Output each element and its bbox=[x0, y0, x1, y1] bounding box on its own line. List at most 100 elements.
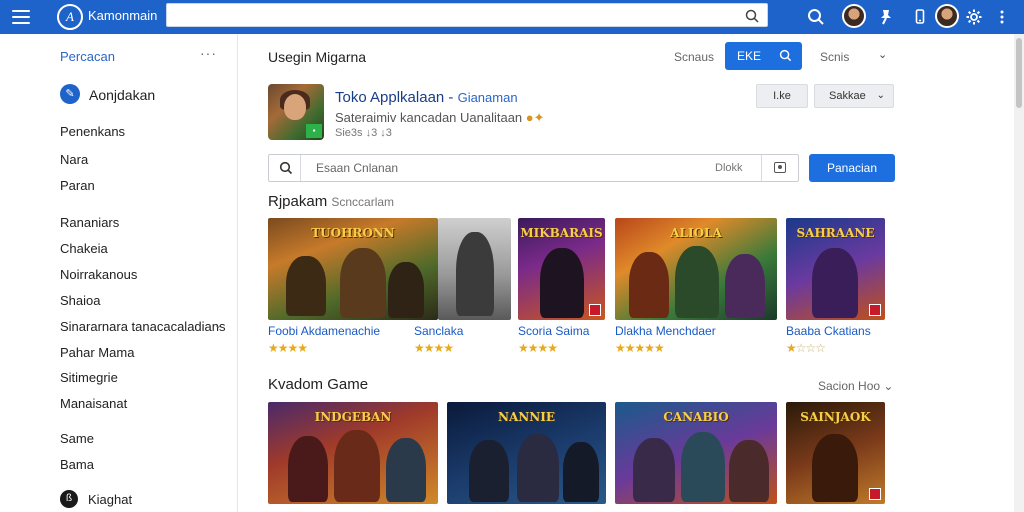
sidebar-item[interactable]: Manaisanat bbox=[60, 396, 127, 411]
chevron-down-icon[interactable]: ⌄ bbox=[214, 320, 222, 331]
gear-icon[interactable] bbox=[964, 7, 984, 27]
rating-stars: ★★★★ bbox=[268, 341, 308, 355]
sidebar-item[interactable]: Noirrakanous bbox=[60, 267, 137, 282]
game-art-title: SAINJAOK bbox=[800, 410, 871, 424]
sidebar-item-bottom[interactable]: Kiaghat bbox=[88, 492, 132, 507]
game-card-image[interactable]: ALIOLA bbox=[615, 218, 777, 320]
sidebar-item-primary[interactable]: Aonjdakan bbox=[89, 87, 155, 103]
sidebar-item[interactable]: Paran bbox=[60, 178, 95, 193]
game-card-image[interactable]: SAHRAANE bbox=[786, 218, 885, 320]
game-card-title[interactable]: Baaba Ckatians bbox=[786, 324, 871, 338]
search-hint: Dlokk bbox=[715, 162, 743, 174]
header-search-button[interactable]: EKE bbox=[725, 42, 802, 70]
sidebar-item[interactable]: Sinararnara tanacacaladians bbox=[60, 319, 226, 334]
page-title: Usegin Migarna bbox=[268, 49, 367, 65]
app-meta: Sie3s ↓3 ↓3 bbox=[335, 127, 392, 139]
menu-icon[interactable] bbox=[12, 8, 30, 26]
app-icon[interactable]: ▪ bbox=[268, 84, 324, 140]
top-bar: A Kamonmain bbox=[0, 0, 1024, 34]
sort-dropdown[interactable]: Scnis bbox=[820, 50, 849, 64]
badge-icon bbox=[589, 304, 601, 316]
game-art-title: TUOHRONN bbox=[311, 226, 395, 240]
sidebar-header: Percacan bbox=[60, 49, 115, 64]
pin-icon[interactable] bbox=[876, 7, 896, 27]
search-icon[interactable] bbox=[745, 9, 759, 23]
sidebar-item[interactable]: Nara bbox=[60, 152, 88, 167]
game-card-title[interactable]: Foobi Akdamenachie bbox=[268, 324, 380, 338]
app-title[interactable]: Toko Applkalaan - Gianaman bbox=[335, 89, 518, 106]
game-art-title: CANABIO bbox=[663, 410, 729, 424]
badge-icon bbox=[869, 304, 881, 316]
avatar[interactable] bbox=[935, 4, 959, 28]
sidebar-item[interactable]: Same bbox=[60, 431, 94, 446]
badge-icon bbox=[869, 488, 881, 500]
app-options-label: Sakkae bbox=[829, 90, 866, 102]
search-icon[interactable] bbox=[279, 161, 293, 175]
section-title: Kvadom Game bbox=[268, 376, 369, 393]
sidebar-item[interactable]: Penenkans bbox=[60, 124, 125, 139]
rating-stars: ★★★★★ bbox=[615, 341, 665, 355]
app-developer[interactable]: Gianaman bbox=[458, 90, 518, 105]
rating-stars: ★★★★ bbox=[414, 341, 454, 355]
chevron-down-icon[interactable]: ⌄ bbox=[878, 48, 887, 61]
sidebar-item[interactable]: Chakeia bbox=[60, 241, 108, 256]
section-more-link[interactable]: Sacion Hoo ⌄ bbox=[818, 379, 893, 393]
search-icon[interactable] bbox=[806, 7, 826, 27]
search-icon bbox=[779, 49, 792, 62]
chevron-down-icon: ⌄ bbox=[876, 90, 885, 101]
like-button[interactable]: I.ke bbox=[756, 84, 808, 108]
game-art-title: ALIOLA bbox=[670, 226, 722, 240]
emoji-icon: ●✦ bbox=[525, 110, 545, 125]
account-icon: ß bbox=[60, 490, 78, 508]
sidebar-item[interactable]: Bama bbox=[60, 457, 94, 472]
header-link[interactable]: Scnaus bbox=[674, 50, 714, 64]
app-name: Toko Applkalaan - bbox=[335, 89, 458, 106]
compass-icon: ✎ bbox=[60, 84, 80, 104]
section-subtitle: Scnccarlam bbox=[331, 195, 395, 209]
chevron-down-icon: ⌄ bbox=[883, 379, 894, 393]
sidebar-item[interactable]: Sitimegrie bbox=[60, 370, 118, 385]
sidebar-item[interactable]: Pahar Mama bbox=[60, 345, 134, 360]
game-art-title: INDGEBAN bbox=[314, 410, 392, 424]
badge-icon: ▪ bbox=[306, 124, 322, 138]
game-card-title[interactable]: Scoria Saima bbox=[518, 324, 589, 338]
search-submit-button[interactable]: Panacian bbox=[809, 154, 895, 182]
game-card-image[interactable]: SAINJAOK bbox=[786, 402, 885, 504]
app-options-dropdown[interactable]: Sakkae ⌄ bbox=[814, 84, 894, 108]
phone-icon[interactable] bbox=[910, 7, 930, 27]
search-placeholder: Esaan Cnlanan bbox=[316, 161, 399, 175]
camera-icon[interactable] bbox=[774, 162, 786, 173]
main-content: Usegin Migarna Scnaus EKE Scnis ⌄ ▪ Toko… bbox=[238, 34, 1014, 512]
game-card-title[interactable]: Dlakha Menchdaer bbox=[615, 324, 716, 338]
section-title-text: Rjpakam bbox=[268, 193, 328, 210]
game-art-title: SAHRAANE bbox=[796, 226, 875, 240]
app-logo[interactable]: A bbox=[57, 4, 83, 30]
game-card-image[interactable] bbox=[438, 218, 511, 320]
scrollbar[interactable] bbox=[1014, 34, 1024, 512]
game-card-image[interactable]: CANABIO bbox=[615, 402, 777, 504]
game-card-image[interactable]: NANNIE bbox=[447, 402, 606, 504]
app-subtitle: Sateraimiv kancadan Uanalitaan ●✦ bbox=[335, 110, 545, 126]
sidebar-item[interactable]: Shaioa bbox=[60, 293, 100, 308]
game-card-image[interactable]: TUOHRONN bbox=[268, 218, 438, 320]
store-search-input[interactable]: Esaan Cnlanan Dlokk bbox=[268, 154, 799, 182]
top-search-input[interactable] bbox=[166, 3, 768, 27]
game-art-title: NANNIE bbox=[498, 410, 555, 424]
rating-stars: ★☆☆☆ bbox=[786, 341, 826, 355]
brand-name: Kamonmain bbox=[88, 8, 158, 23]
rating-stars: ★★★★ bbox=[518, 341, 558, 355]
avatar[interactable] bbox=[842, 4, 866, 28]
game-card-image[interactable]: INDGEBAN bbox=[268, 402, 438, 504]
more-vertical-icon[interactable] bbox=[992, 7, 1012, 27]
scrollbar-thumb[interactable] bbox=[1016, 38, 1022, 108]
more-icon[interactable]: ··· bbox=[200, 45, 217, 61]
sidebar-item[interactable]: Rananiars bbox=[60, 215, 119, 230]
game-card-title[interactable]: Sanclaka bbox=[414, 324, 463, 338]
app-subtitle-text: Sateraimiv kancadan Uanalitaan bbox=[335, 110, 523, 125]
section-more-label: Sacion Hoo bbox=[818, 379, 881, 393]
game-card-image[interactable]: MIKBARAIS bbox=[518, 218, 605, 320]
sidebar: Percacan ··· ✎ Aonjdakan Penenkans Nara … bbox=[0, 34, 238, 512]
header-button-label: EKE bbox=[737, 49, 762, 63]
game-art-title: MIKBARAIS bbox=[520, 226, 603, 240]
section-title: Rjpakam Scnccarlam bbox=[268, 193, 394, 210]
